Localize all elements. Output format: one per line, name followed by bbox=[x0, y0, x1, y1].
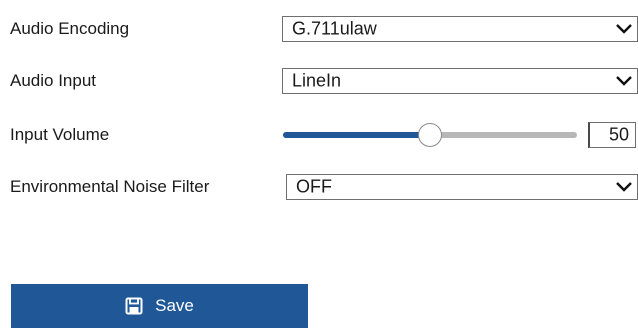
save-button[interactable]: Save bbox=[11, 284, 308, 328]
chevron-down-icon bbox=[614, 20, 634, 38]
save-label: Save bbox=[155, 296, 194, 315]
noise-filter-value: OFF bbox=[296, 176, 332, 197]
noise-filter-select[interactable]: OFF bbox=[286, 174, 638, 200]
audio-encoding-select[interactable]: G.711ulaw bbox=[282, 16, 638, 42]
save-icon bbox=[125, 297, 143, 315]
input-volume-label: Input Volume bbox=[10, 125, 110, 144]
noise-filter-row: Environmental Noise Filter OFF bbox=[0, 170, 638, 204]
chevron-down-icon bbox=[614, 178, 634, 196]
slider-thumb[interactable] bbox=[418, 123, 442, 147]
audio-settings-page: Audio Encoding G.711ulaw Audio Input Lin… bbox=[0, 0, 638, 329]
noise-filter-label: Environmental Noise Filter bbox=[10, 177, 210, 196]
audio-encoding-value: G.711ulaw bbox=[292, 18, 377, 39]
input-volume-slider[interactable] bbox=[283, 123, 577, 147]
slider-fill bbox=[283, 132, 430, 138]
chevron-down-icon bbox=[614, 72, 634, 90]
input-volume-field[interactable]: 50 bbox=[588, 122, 636, 148]
audio-input-row: Audio Input LineIn bbox=[0, 64, 638, 98]
audio-input-label: Audio Input bbox=[10, 71, 97, 90]
audio-encoding-label: Audio Encoding bbox=[10, 19, 130, 38]
input-volume-value: 50 bbox=[608, 124, 629, 145]
audio-input-select[interactable]: LineIn bbox=[282, 68, 638, 94]
input-volume-row: Input Volume 50 bbox=[0, 118, 638, 152]
audio-encoding-row: Audio Encoding G.711ulaw bbox=[0, 12, 638, 46]
audio-input-value: LineIn bbox=[292, 70, 342, 91]
